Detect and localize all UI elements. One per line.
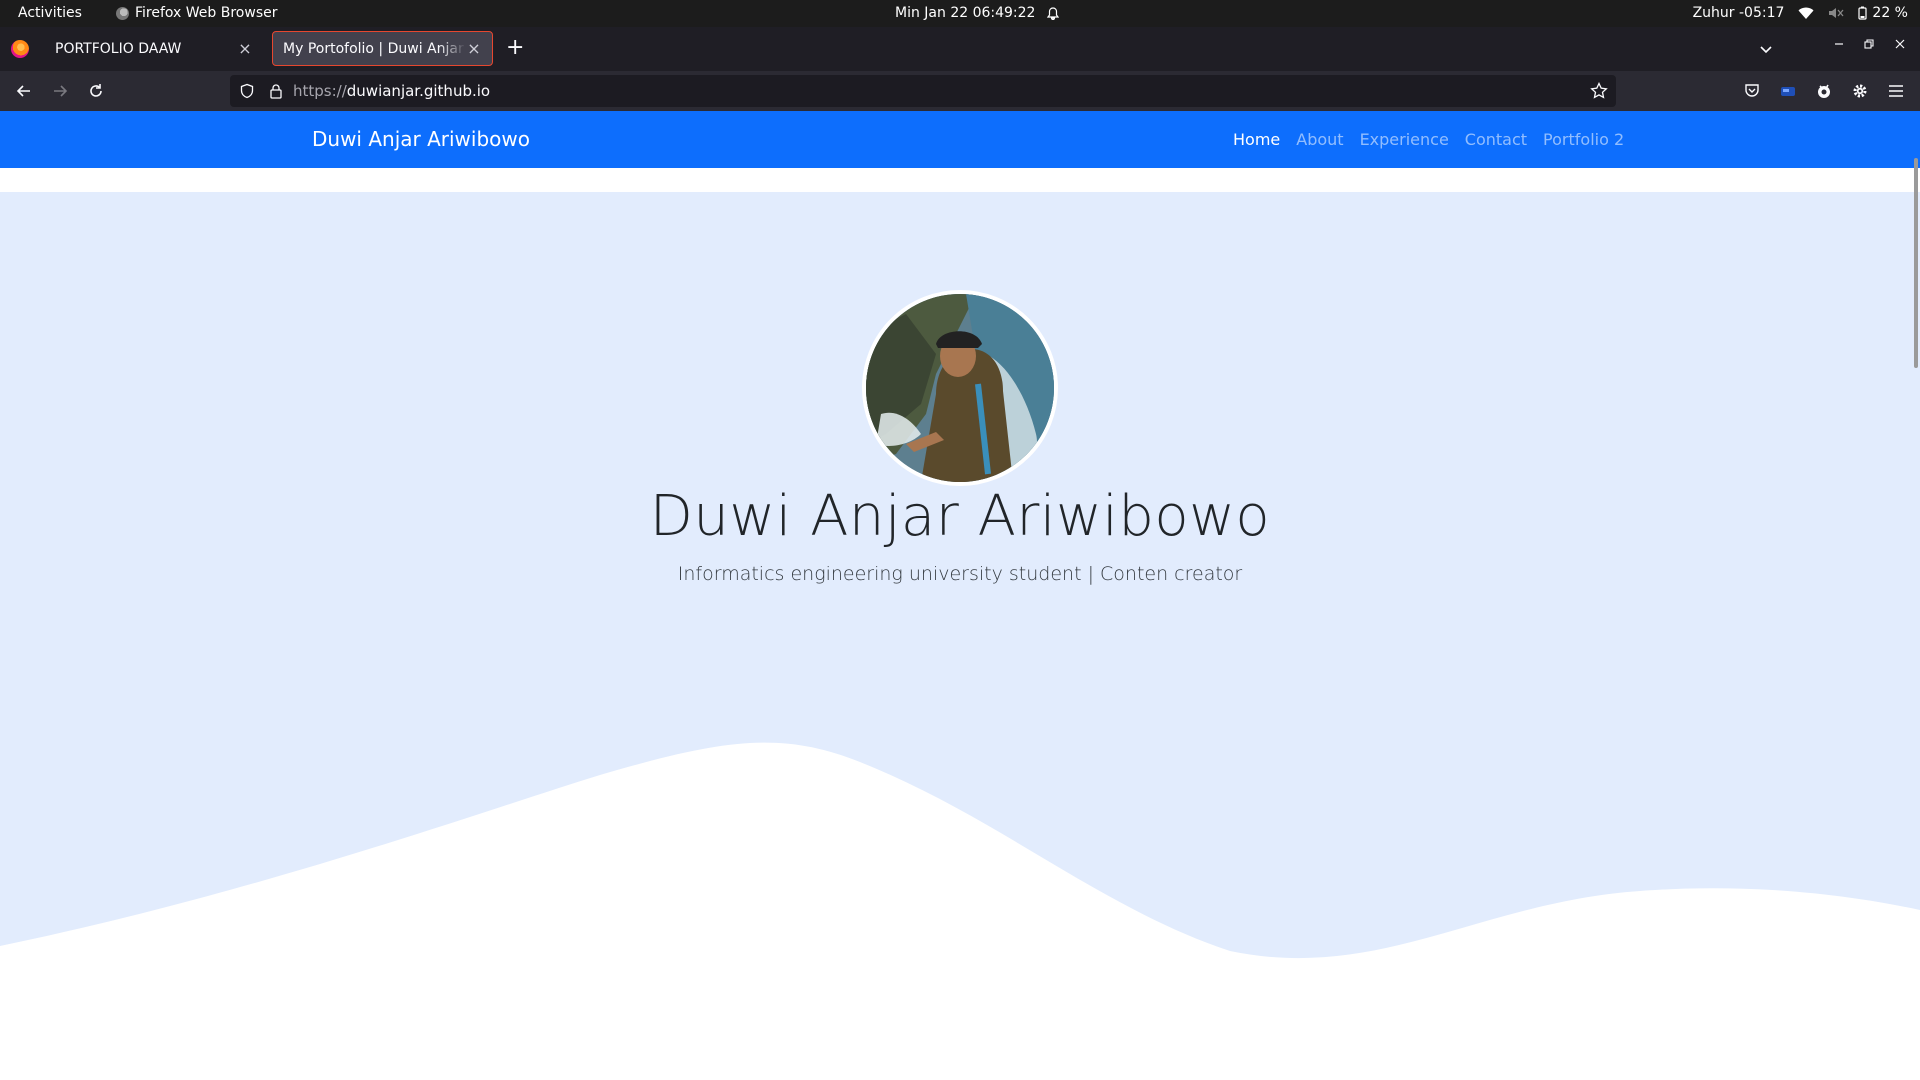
site-brand[interactable]: Duwi Anjar Ariwibowo xyxy=(312,127,530,151)
site-navbar: Duwi Anjar Ariwibowo Home About Experien… xyxy=(0,111,1920,168)
gear-icon[interactable] xyxy=(1851,82,1869,100)
tab-my-portfolio[interactable]: My Portofolio | Duwi Anjar Ariwibowo × xyxy=(272,31,493,66)
hero-section: Duwi Anjar Ariwibowo Informatics enginee… xyxy=(0,192,1920,1080)
url-text[interactable]: https://duwianjar.github.io xyxy=(293,82,490,100)
tab-portfolio-daaw[interactable]: PORTFOLIO DAAW × xyxy=(45,31,263,66)
app-menu[interactable]: Firefox Web Browser xyxy=(116,5,278,21)
scrollbar-thumb[interactable] xyxy=(1914,158,1918,368)
chevron-down-icon[interactable] xyxy=(1758,41,1774,57)
clock[interactable]: Min Jan 22 06:49:22 xyxy=(895,5,1060,21)
hero-subtitle: Informatics engineering university stude… xyxy=(677,563,1243,585)
battery-level: 22 % xyxy=(1872,5,1908,21)
nav-link-experience[interactable]: Experience xyxy=(1360,130,1449,149)
wifi-icon xyxy=(1798,7,1814,19)
shield-icon[interactable] xyxy=(239,83,255,99)
nav-toolbar: https://duwianjar.github.io xyxy=(0,71,1920,111)
restore-icon[interactable] xyxy=(1863,38,1875,50)
tab-strip: PORTFOLIO DAAW × My Portofolio | Duwi An… xyxy=(0,27,1920,71)
close-icon[interactable]: × xyxy=(237,40,253,57)
nav-link-portfolio-2[interactable]: Portfolio 2 xyxy=(1543,130,1624,149)
volume-muted-icon xyxy=(1829,8,1844,18)
app-name: Firefox Web Browser xyxy=(135,5,278,21)
tab-title: PORTFOLIO DAAW xyxy=(55,40,182,57)
url-bar[interactable]: https://duwianjar.github.io xyxy=(230,75,1616,107)
nav-link-about[interactable]: About xyxy=(1296,130,1343,149)
extension-icon[interactable] xyxy=(1779,82,1797,100)
tab-title: My Portofolio | Duwi Anjar Ariwibowo xyxy=(283,40,466,57)
plus-icon[interactable]: + xyxy=(506,37,524,59)
menu-icon[interactable] xyxy=(1887,82,1905,100)
reload-icon[interactable] xyxy=(86,81,106,101)
star-icon[interactable] xyxy=(1590,82,1608,100)
site-nav-links: Home About Experience Contact Portfolio … xyxy=(1233,130,1624,149)
firefox-icon xyxy=(116,6,129,20)
system-top-bar: Activities Firefox Web Browser Min Jan 2… xyxy=(0,0,1920,27)
system-tray[interactable]: Zuhur -05:17 22 % xyxy=(1693,5,1908,21)
nav-link-contact[interactable]: Contact xyxy=(1465,130,1527,149)
battery-icon xyxy=(1858,6,1868,20)
datetime: Min Jan 22 06:49:22 xyxy=(895,5,1036,21)
nav-link-home[interactable]: Home xyxy=(1233,130,1280,149)
forward-icon[interactable] xyxy=(50,81,70,101)
bell-icon xyxy=(1047,6,1060,20)
minimize-icon[interactable] xyxy=(1833,38,1845,50)
close-window-icon[interactable] xyxy=(1894,38,1906,50)
profile-avatar xyxy=(862,290,1058,486)
hero-title: Duwi Anjar Ariwibowo xyxy=(649,484,1271,549)
activities-button[interactable]: Activities xyxy=(18,5,82,21)
extension-icon[interactable] xyxy=(1815,82,1833,100)
close-icon[interactable]: × xyxy=(466,40,482,57)
profile-photo xyxy=(866,294,1054,482)
lock-icon[interactable] xyxy=(269,83,283,99)
firefox-icon[interactable] xyxy=(11,40,29,58)
back-icon[interactable] xyxy=(14,81,34,101)
pocket-icon[interactable] xyxy=(1743,82,1761,100)
prayer-time: Zuhur -05:17 xyxy=(1692,5,1785,21)
